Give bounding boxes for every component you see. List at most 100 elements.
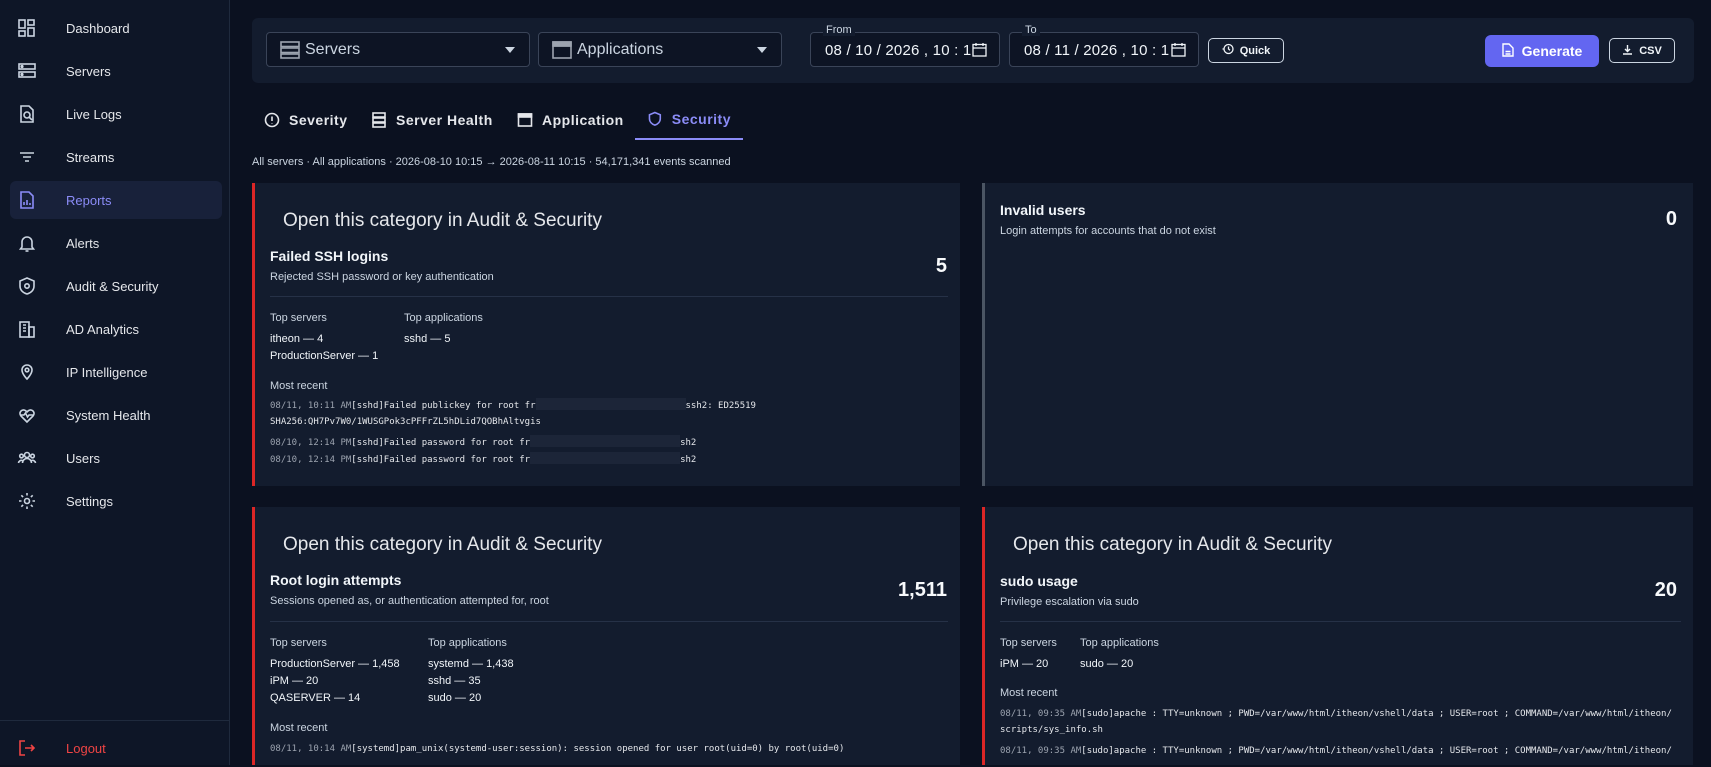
sidebar-item-settings[interactable]: Settings xyxy=(10,482,222,520)
sidebar-item-system-health[interactable]: System Health xyxy=(10,396,222,434)
log-message-tail: sh2 xyxy=(680,455,697,465)
log-entry: 08/11, 09:35 AM[sudo]apache : TTY=unknow… xyxy=(1000,706,1672,722)
most-recent-heading: Most recent xyxy=(1000,687,1058,699)
streams-icon xyxy=(17,147,37,167)
gear-icon xyxy=(17,491,37,511)
servers-select-value: Servers xyxy=(305,41,361,58)
card-subtitle: Login attempts for accounts that do not … xyxy=(1000,225,1216,237)
chevron-down-icon xyxy=(505,47,515,53)
open-audit-link[interactable]: Open this category in Audit & Security xyxy=(283,534,602,556)
from-date-field[interactable]: From 08 / 10 / 2026 , 10 : 1 xyxy=(810,24,1000,67)
divider xyxy=(270,296,948,297)
live-logs-icon xyxy=(17,104,37,124)
top-server-item: ProductionServer — 1 xyxy=(270,350,379,362)
sidebar-item-audit-security[interactable]: Audit & Security xyxy=(10,267,222,305)
log-message: [sshd]Failed publickey for root fr xyxy=(351,401,536,411)
logout-button[interactable]: Logout xyxy=(10,729,222,767)
dashboard-icon xyxy=(17,18,37,38)
card-title: sudo usage xyxy=(1000,573,1078,589)
log-message: [sshd]Failed password for root fr xyxy=(351,455,531,465)
sudo-usage-card: Open this category in Audit & Security s… xyxy=(982,507,1693,765)
report-summary: All servers · All applications · 2026-08… xyxy=(252,156,731,168)
top-application-item: sudo — 20 xyxy=(428,692,482,704)
card-title: Failed SSH logins xyxy=(270,248,389,264)
csv-export-button[interactable]: CSV xyxy=(1609,38,1675,63)
sidebar-item-label: Settings xyxy=(66,493,113,509)
sidebar-item-users[interactable]: Users xyxy=(10,439,222,477)
card-count: 0 xyxy=(1665,208,1677,230)
tab-severity[interactable]: Severity xyxy=(264,100,347,140)
sidebar-item-label: Live Logs xyxy=(66,106,122,122)
calendar-icon[interactable] xyxy=(972,42,987,57)
sidebar-item-ad-analytics[interactable]: AD Analytics xyxy=(10,310,222,348)
bell-icon xyxy=(17,233,37,253)
generate-button[interactable]: Generate xyxy=(1485,35,1599,67)
tab-security[interactable]: Security xyxy=(635,100,743,140)
sidebar-divider xyxy=(0,720,229,721)
top-server-item: ProductionServer — 1,458 xyxy=(270,658,400,670)
top-server-item: iPM — 20 xyxy=(270,675,319,687)
tab-server-health[interactable]: Server Health xyxy=(371,100,493,140)
window-icon xyxy=(517,112,533,128)
card-subtitle: Rejected SSH password or key authenticat… xyxy=(270,271,494,283)
shield-icon xyxy=(647,111,663,127)
sidebar-item-live-logs[interactable]: Live Logs xyxy=(10,95,222,133)
building-icon xyxy=(17,319,37,339)
log-message: [systemd]pam_unix(systemd-user:session):… xyxy=(351,744,845,754)
csv-label: CSV xyxy=(1639,44,1662,57)
log-entry: 08/10, 12:14 PM[sshd]Failed password for… xyxy=(270,435,696,451)
card-title: Invalid users xyxy=(1000,202,1086,218)
sidebar-item-alerts[interactable]: Alerts xyxy=(10,224,222,262)
applications-select-value: Applications xyxy=(577,41,664,58)
top-application-item: sudo — 20 xyxy=(1080,658,1134,670)
log-message-tail: sh2 xyxy=(680,438,697,448)
sidebar: Dashboard Servers Live Logs Streams Repo… xyxy=(0,0,230,765)
card-title: Root login attempts xyxy=(270,572,402,588)
servers-icon xyxy=(17,61,37,81)
log-timestamp: 08/11, 09:35 AM xyxy=(1000,746,1082,756)
card-count: 20 xyxy=(1654,579,1677,601)
tab-application[interactable]: Application xyxy=(517,100,624,140)
chevron-down-icon xyxy=(757,47,767,53)
sidebar-item-streams[interactable]: Streams xyxy=(10,138,222,176)
log-message: [sudo]apache : TTY=unknown ; PWD=/var/ww… xyxy=(1081,709,1672,719)
log-timestamp: 08/10, 12:14 PM xyxy=(270,455,352,465)
top-applications-heading: Top applications xyxy=(404,312,483,324)
open-audit-link[interactable]: Open this category in Audit & Security xyxy=(283,210,602,232)
sidebar-item-label: Reports xyxy=(66,192,112,208)
most-recent-heading: Most recent xyxy=(270,722,328,734)
log-entry: 08/11, 10:11 AM[sshd]Failed publickey fo… xyxy=(270,398,756,414)
sidebar-item-ip-intelligence[interactable]: IP Intelligence xyxy=(10,353,222,391)
location-pin-icon xyxy=(17,362,37,382)
top-applications-heading: Top applications xyxy=(428,637,507,649)
from-label: From xyxy=(823,24,855,36)
open-audit-link[interactable]: Open this category in Audit & Security xyxy=(1013,534,1332,556)
sidebar-item-reports[interactable]: Reports xyxy=(10,181,222,219)
quick-label: Quick xyxy=(1239,44,1271,57)
quick-range-button[interactable]: Quick xyxy=(1208,38,1284,63)
calendar-icon[interactable] xyxy=(1171,42,1186,57)
tab-label: Server Health xyxy=(396,112,493,128)
log-entry: 08/11, 09:35 AM[sudo]apache : TTY=unknow… xyxy=(1000,743,1672,759)
users-icon xyxy=(17,448,37,468)
sidebar-item-servers[interactable]: Servers xyxy=(10,52,222,90)
card-count: 5 xyxy=(935,255,947,277)
sidebar-item-dashboard[interactable]: Dashboard xyxy=(10,9,222,47)
servers-select[interactable]: Servers xyxy=(266,32,530,67)
card-count: 1,511 xyxy=(898,579,947,601)
sidebar-item-label: Audit & Security xyxy=(66,278,159,294)
top-applications-heading: Top applications xyxy=(1080,637,1159,649)
divider xyxy=(1000,621,1681,622)
servers-icon xyxy=(371,112,387,128)
log-message: [sudo]apache : TTY=unknown ; PWD=/var/ww… xyxy=(1081,746,1672,756)
applications-select[interactable]: Applications xyxy=(538,32,782,67)
redacted-block xyxy=(530,452,681,464)
top-application-item: systemd — 1,438 xyxy=(428,658,514,670)
root-login-card: Open this category in Audit & Security R… xyxy=(252,507,960,765)
redacted-block xyxy=(535,398,686,410)
history-icon xyxy=(1222,43,1234,58)
log-message-tail: ssh2: ED25519 xyxy=(685,401,756,411)
sidebar-item-label: AD Analytics xyxy=(66,321,139,337)
logout-icon xyxy=(17,738,37,758)
to-date-field[interactable]: To 08 / 11 / 2026 , 10 : 1 xyxy=(1009,24,1199,67)
